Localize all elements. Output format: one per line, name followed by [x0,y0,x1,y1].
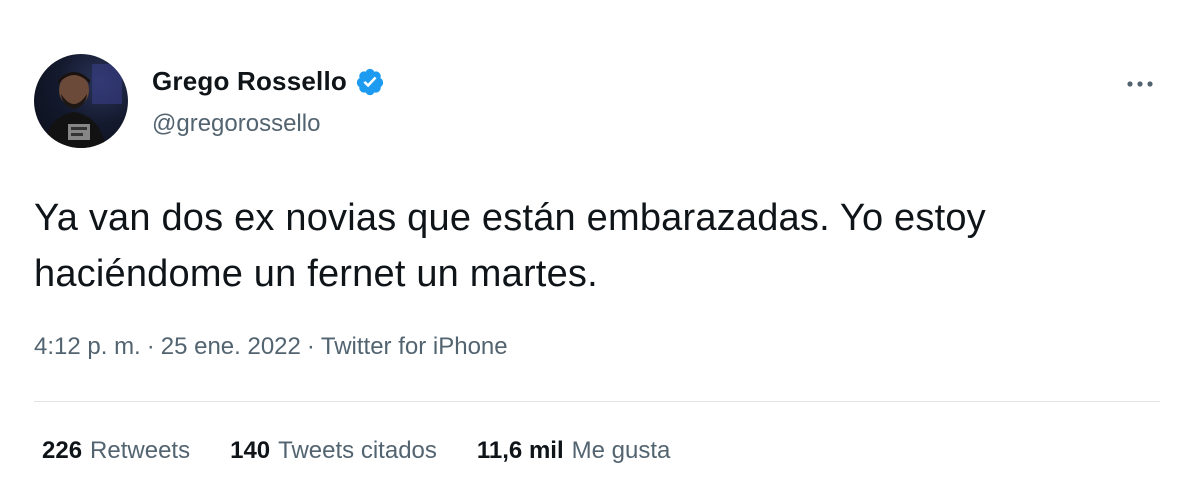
more-horizontal-icon [1127,81,1153,87]
author-handle[interactable]: @gregorossello [152,110,320,138]
tweet-meta: 4:12 p. m. · 25 ene. 2022 · Twitter for … [34,333,508,361]
tweet-time[interactable]: 4:12 p. m. [34,333,141,361]
tweet-text-line-2: haciéndome un fernet un martes. [34,253,598,295]
divider [34,401,1160,402]
tweet-source[interactable]: Twitter for iPhone [321,333,508,361]
tweet-card: Grego Rossello @gregorossello Ya van dos… [0,0,1200,493]
tweet-text: Ya van dos ex novias que están embarazad… [34,190,1164,302]
tweet-date[interactable]: 25 ene. 2022 [161,333,301,361]
quotes-label: Tweets citados [278,437,437,464]
quotes-stat[interactable]: 140 Tweets citados [230,437,437,465]
tweet-stats: 226 Retweets 140 Tweets citados 11,6 mil… [42,437,670,465]
tweet-text-line-1: Ya van dos ex novias que están embarazad… [34,197,986,239]
meta-separator: · [306,333,315,360]
avatar-photo-icon [44,64,122,148]
more-options-button[interactable] [1118,66,1162,102]
verified-badge-icon [355,67,385,97]
likes-label: Me gusta [571,437,671,464]
author-name-row: Grego Rossello [152,66,385,97]
retweets-label: Retweets [90,437,191,464]
quotes-count: 140 [230,437,271,464]
meta-separator: · [146,333,155,360]
likes-count: 11,6 mil [476,437,564,464]
likes-stat[interactable]: 11,6 mil Me gusta [477,437,670,465]
retweets-stat[interactable]: 226 Retweets [42,437,190,465]
author-display-name[interactable]: Grego Rossello [152,66,347,97]
avatar[interactable] [34,54,128,148]
retweets-count: 226 [42,437,83,464]
